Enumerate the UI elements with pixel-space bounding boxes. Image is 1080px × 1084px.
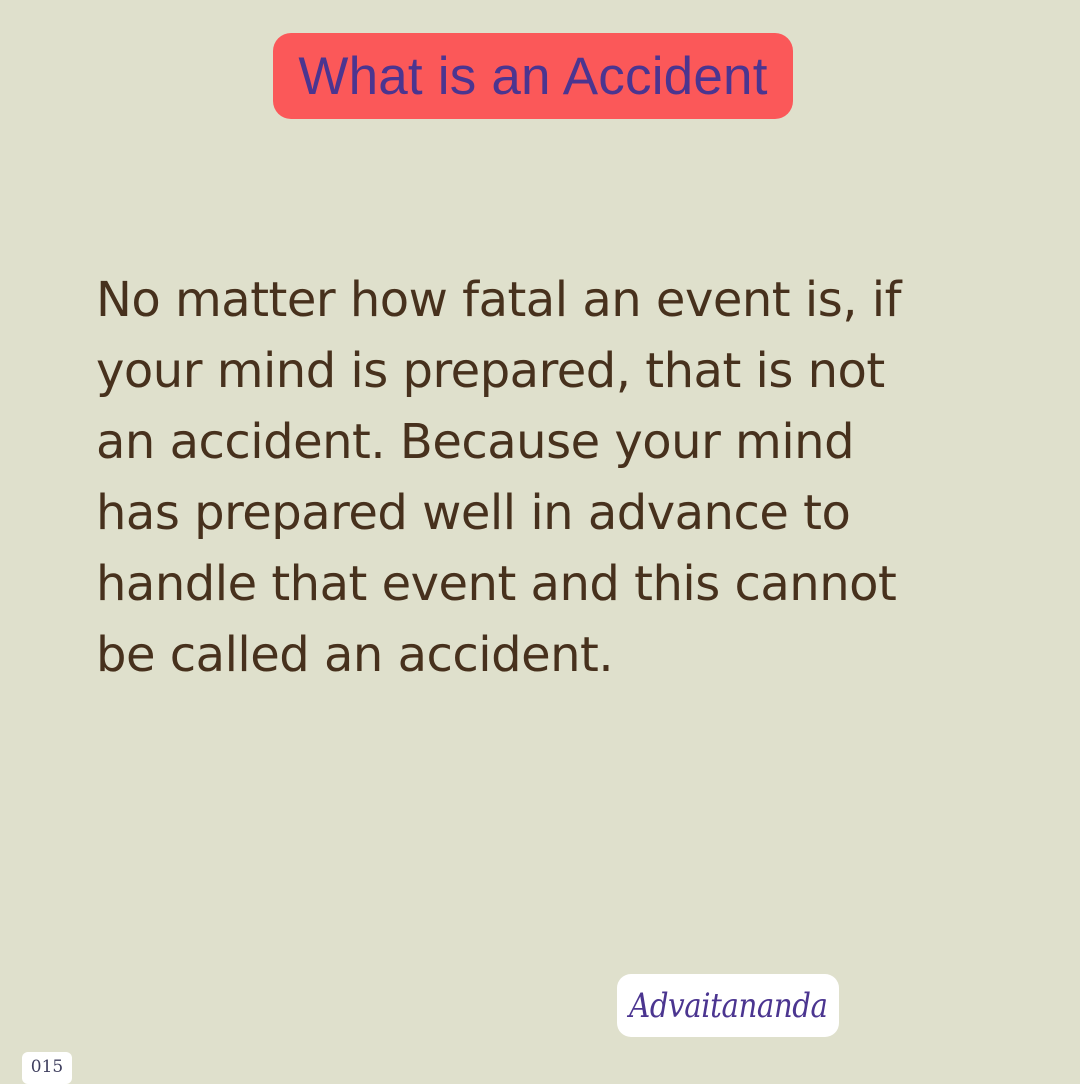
quote-line: No matter how fatal an event is, if: [96, 272, 901, 328]
title-badge: What is an Accident: [273, 33, 793, 119]
author-signature: Advaitananda: [628, 985, 828, 1026]
page-number-badge: 015: [22, 1052, 72, 1084]
page-title: What is an Accident: [298, 46, 768, 106]
quote-line: has prepared well in advance to: [96, 485, 851, 541]
author-card: Advaitananda: [617, 974, 839, 1037]
page-number: 015: [30, 1057, 64, 1077]
quote-line: an accident. Because your mind: [96, 414, 855, 470]
quote-text: No matter how fatal an event is, if your…: [96, 265, 996, 691]
quote-line: handle that event and this cannot: [96, 556, 897, 612]
quote-line: your mind is prepared, that is not: [96, 343, 885, 399]
quote-line: be called an accident.: [96, 627, 614, 683]
